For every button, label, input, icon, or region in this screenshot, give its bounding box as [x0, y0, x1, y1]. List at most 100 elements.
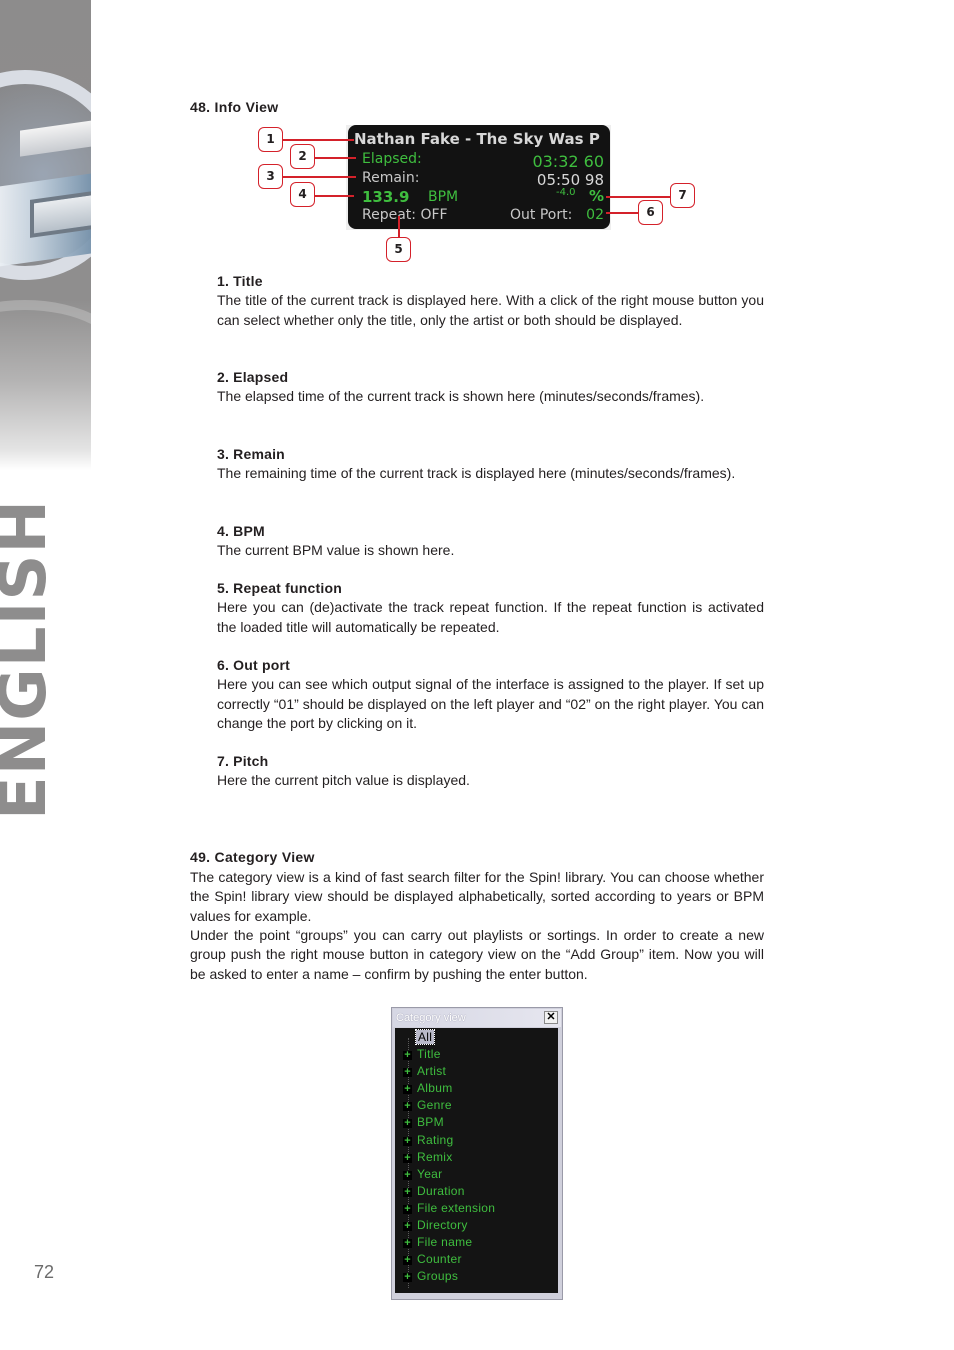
tree-item-artist[interactable]: + Artist: [395, 1064, 555, 1081]
item-elapsed: 2. Elapsed The elapsed time of the curre…: [217, 368, 764, 407]
elapsed-label: Elapsed:: [362, 151, 422, 167]
category-view-window: Category view ✕ All + Title + Artist + Album +…: [391, 1007, 563, 1300]
tree-item-label: Title: [417, 1047, 441, 1061]
callout-leader-2: [314, 157, 356, 159]
close-icon: ✕: [546, 1011, 556, 1023]
tree-item-label: Year: [417, 1166, 443, 1181]
tree-item-label: BPM: [417, 1115, 444, 1130]
expand-plus-icon[interactable]: +: [403, 1186, 412, 1197]
callout-5: 5: [386, 237, 411, 262]
tree-item-file-extension[interactable]: + File extension: [395, 1201, 555, 1218]
callout-leader-4: [314, 195, 354, 197]
track-title[interactable]: Nathan Fake - The Sky Was P: [354, 130, 606, 148]
repeat-toggle[interactable]: Repeat: OFF: [362, 207, 448, 223]
callout-leader-7: [606, 196, 670, 198]
remain-label: Remain:: [362, 170, 420, 186]
page-number: 72: [34, 1262, 55, 1282]
expand-plus-icon[interactable]: +: [403, 1255, 412, 1266]
section-48-title: 48. Info View: [190, 99, 279, 115]
item-heading: 3. Remain: [217, 446, 285, 462]
item-heading: 7. Pitch: [217, 753, 269, 769]
callout-leader-5: [398, 216, 400, 238]
tree-item-title[interactable]: + Title: [395, 1047, 555, 1064]
item-heading: 1. Title: [217, 273, 263, 289]
callout-4: 4: [290, 182, 315, 207]
item-heading: 4. BPM: [217, 523, 265, 539]
expand-plus-icon[interactable]: +: [403, 1272, 412, 1283]
callout-leader-3: [282, 176, 356, 178]
expand-plus-icon[interactable]: +: [403, 1169, 412, 1180]
expand-plus-icon[interactable]: +: [403, 1152, 412, 1163]
tree-item-album[interactable]: + Album: [395, 1081, 555, 1098]
language-label: ENGLISH: [0, 498, 61, 820]
item-text: Here the current pitch value is displaye…: [217, 772, 470, 789]
callout-1: 1: [258, 127, 283, 152]
expand-plus-icon[interactable]: +: [403, 1238, 412, 1249]
pitch-unit: %: [588, 187, 604, 205]
section-49-title: 49. Category View: [190, 849, 315, 865]
expand-plus-icon[interactable]: +: [403, 1118, 412, 1129]
expand-plus-icon[interactable]: +: [403, 1101, 412, 1112]
item-text: The elapsed time of the current track is…: [217, 388, 705, 405]
tree-item-label: All: [414, 1029, 436, 1045]
expand-plus-icon[interactable]: +: [403, 1050, 412, 1061]
tree-item-label: Directory: [417, 1218, 468, 1232]
tree-item-label: Album: [417, 1081, 453, 1096]
item-pitch: 7. Pitch Here the current pitch value is…: [217, 752, 764, 791]
item-text: Here you can see which output signal of …: [217, 676, 764, 731]
tree-item-bpm[interactable]: + BPM: [395, 1115, 555, 1132]
tree-item-label: Counter: [417, 1252, 462, 1267]
tree-item-genre[interactable]: + Genre: [395, 1098, 555, 1115]
window-titlebar[interactable]: Category view ✕: [393, 1009, 561, 1027]
logo-reflection: [0, 300, 91, 420]
item-repeat: 5. Repeat function Here you can (de)acti…: [217, 579, 764, 637]
item-text: Here you can (de)activate the track repe…: [217, 599, 764, 635]
tree-item-label: File extension: [417, 1200, 496, 1215]
bpm-value: 133.9: [362, 188, 410, 206]
category-tree: All + Title + Artist + Album + Genre + BPM + Rating…: [395, 1028, 558, 1293]
item-text: The current BPM value is shown here.: [217, 542, 455, 559]
tree-item-file-name[interactable]: + File name: [395, 1235, 555, 1252]
item-text: The remaining time of the current track …: [217, 465, 736, 482]
item-heading: 6. Out port: [217, 657, 290, 673]
expand-plus-icon[interactable]: +: [403, 1221, 412, 1232]
expand-plus-icon[interactable]: +: [403, 1135, 412, 1146]
tree-item-label: Artist: [417, 1064, 447, 1079]
tree-item-label: Rating: [417, 1132, 454, 1147]
tree-item-remix[interactable]: + Remix: [395, 1150, 555, 1167]
section-49-paragraph-1: The category view is a kind of fast sear…: [190, 869, 764, 924]
tree-item-counter[interactable]: + Counter: [395, 1252, 555, 1269]
tree-item-label: Remix: [417, 1149, 453, 1164]
item-remain: 3. Remain The remaining time of the curr…: [217, 445, 764, 484]
item-out-port: 6. Out port Here you can see which outpu…: [217, 656, 764, 733]
tree-item-label: Duration: [417, 1183, 465, 1198]
expand-plus-icon[interactable]: +: [403, 1067, 412, 1078]
tree-item-label: Genre: [417, 1098, 452, 1113]
tree-item-duration[interactable]: + Duration: [395, 1184, 555, 1201]
callout-3: 3: [258, 164, 283, 189]
info-view-screenshot: Nathan Fake - The Sky Was P Elapsed: 03:…: [346, 125, 611, 230]
expand-plus-icon[interactable]: +: [403, 1203, 412, 1214]
item-bpm: 4. BPM The current BPM value is shown he…: [217, 522, 764, 561]
tree-item-rating[interactable]: + Rating: [395, 1133, 555, 1150]
item-heading: 5. Repeat function: [217, 580, 342, 596]
window-title: Category view: [396, 1012, 466, 1024]
callout-7: 7: [670, 183, 695, 208]
tree-item-label: File name: [417, 1235, 473, 1250]
callout-2: 2: [290, 144, 315, 169]
item-heading: 2. Elapsed: [217, 369, 289, 385]
callout-leader-6: [606, 212, 638, 214]
item-title: 1. Title The title of the current track …: [217, 272, 764, 330]
tree-item-all[interactable]: All: [395, 1029, 555, 1047]
pitch-value: -4.0: [556, 187, 576, 198]
out-port-value[interactable]: 02: [586, 207, 604, 223]
close-button[interactable]: ✕: [544, 1011, 558, 1024]
tree-item-directory[interactable]: + Directory: [395, 1218, 555, 1235]
tree-item-year[interactable]: + Year: [395, 1167, 555, 1184]
info-panel: Nathan Fake - The Sky Was P Elapsed: 03:…: [348, 125, 610, 229]
tree-item-groups[interactable]: + Groups: [395, 1269, 555, 1286]
out-port-label: Out Port:: [510, 207, 573, 223]
item-text: The title of the current track is displa…: [217, 292, 764, 328]
expand-plus-icon[interactable]: +: [403, 1084, 412, 1095]
section-49-paragraph-2: Under the point “groups” you can carry o…: [190, 927, 764, 982]
